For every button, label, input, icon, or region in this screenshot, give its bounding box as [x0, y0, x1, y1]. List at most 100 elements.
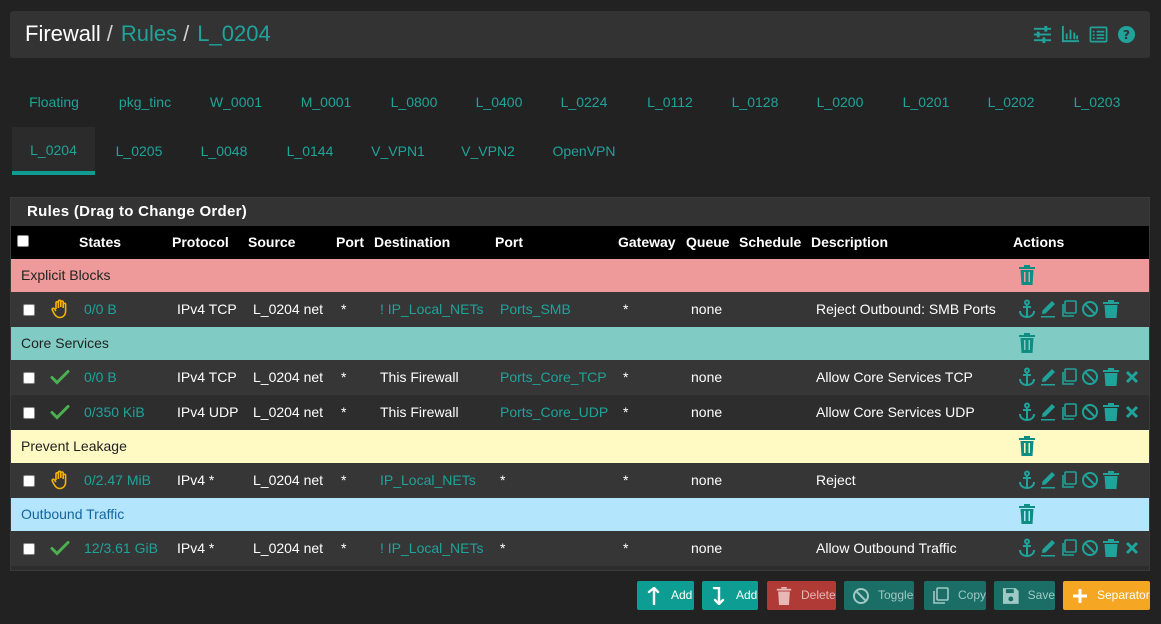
select-all-checkbox[interactable]	[17, 235, 29, 247]
destination-link[interactable]: ! IP_Local_NETs	[380, 531, 484, 565]
add-separator-button[interactable]: Separator	[1063, 581, 1150, 610]
hand-icon[interactable]	[50, 470, 70, 490]
breadcrumb-interface[interactable]: L_0204	[197, 21, 270, 46]
table-row[interactable]: 0/0 B IPv4 TCP L_0204 net * ! IP_Local_N…	[11, 292, 1149, 327]
row-checkbox[interactable]	[23, 543, 35, 555]
tab-l-0800[interactable]: L_0800	[372, 78, 456, 126]
trash-icon[interactable]	[1018, 265, 1036, 285]
tab-l-0200[interactable]: L_0200	[798, 78, 882, 126]
copy-icon[interactable]	[1060, 367, 1078, 387]
row-checkbox[interactable]	[23, 304, 35, 316]
separator-row[interactable]: Outbound Traffic	[11, 498, 1149, 531]
check-icon[interactable]	[50, 367, 70, 387]
close-icon[interactable]	[1123, 367, 1141, 387]
anchor-icon[interactable]	[1018, 402, 1036, 422]
trash-icon[interactable]	[1102, 470, 1120, 490]
tab-l-0112[interactable]: L_0112	[628, 78, 712, 126]
table-row[interactable]: 12/3.61 GiB IPv4 * L_0204 net * ! IP_Loc…	[11, 531, 1149, 566]
delete-button[interactable]: Delete	[767, 581, 836, 610]
anchor-icon[interactable]	[1018, 299, 1036, 319]
states-link[interactable]: 0/0 B	[84, 292, 117, 326]
hand-icon[interactable]	[50, 299, 70, 319]
check-icon[interactable]	[50, 538, 70, 558]
row-checkbox[interactable]	[23, 475, 35, 487]
close-icon[interactable]	[1123, 538, 1141, 558]
tab-v-vpn2[interactable]: V_VPN2	[446, 127, 530, 175]
copy-icon[interactable]	[1060, 470, 1078, 490]
table-row[interactable]: 0/350 KiB IPv4 UDP L_0204 net * This Fir…	[11, 395, 1149, 430]
separator-row[interactable]: Explicit Blocks	[11, 259, 1149, 292]
dport-link[interactable]: Ports_Core_TCP	[500, 360, 607, 394]
tab-v-vpn1[interactable]: V_VPN1	[356, 127, 440, 175]
pencil-icon[interactable]	[1039, 299, 1057, 319]
trash-icon[interactable]	[1018, 504, 1036, 524]
tab-l-0224[interactable]: L_0224	[542, 78, 626, 126]
arrow-up-icon	[647, 586, 660, 605]
tab-l-0400[interactable]: L_0400	[457, 78, 541, 126]
dport-link[interactable]: Ports_SMB	[500, 292, 571, 326]
save-button[interactable]: Save	[994, 581, 1055, 610]
tab-l-0201[interactable]: L_0201	[884, 78, 968, 126]
ban-icon[interactable]	[1081, 538, 1099, 558]
trash-icon[interactable]	[1018, 333, 1036, 353]
list-icon[interactable]	[1089, 25, 1108, 44]
pencil-icon[interactable]	[1039, 470, 1057, 490]
tab-openvpn[interactable]: OpenVPN	[538, 127, 630, 175]
tab-l-0202[interactable]: L_0202	[969, 78, 1053, 126]
states-link[interactable]: 0/350 KiB	[84, 395, 145, 429]
toggle-button[interactable]: Toggle	[844, 581, 914, 610]
tab-l-0128[interactable]: L_0128	[713, 78, 797, 126]
pencil-icon[interactable]	[1039, 538, 1057, 558]
states-link[interactable]: 0/2.47 MiB	[84, 463, 151, 497]
destination-link[interactable]: ! IP_Local_NETs	[380, 292, 484, 326]
table-row[interactable]: 0/0 B IPv4 TCP L_0204 net * This Firewal…	[11, 360, 1149, 395]
states-link[interactable]: 0/0 B	[84, 360, 117, 394]
pencil-icon[interactable]	[1039, 367, 1057, 387]
tab-l-0144[interactable]: L_0144	[268, 127, 352, 175]
breadcrumb-rules[interactable]: Rules	[121, 21, 177, 46]
ban-icon[interactable]	[1081, 299, 1099, 319]
add-rule-top-button[interactable]: Add	[637, 581, 694, 610]
separator-row[interactable]: Core Services	[11, 327, 1149, 360]
anchor-icon[interactable]	[1018, 538, 1036, 558]
tab-l-0048[interactable]: L_0048	[183, 127, 265, 175]
trash-icon[interactable]	[1102, 367, 1120, 387]
anchor-icon[interactable]	[1018, 367, 1036, 387]
tab-l-0205[interactable]: L_0205	[98, 127, 180, 175]
add-rule-bottom-button[interactable]: Add	[702, 581, 758, 610]
copy-button[interactable]: Copy	[924, 581, 986, 610]
row-checkbox[interactable]	[23, 372, 35, 384]
trash-icon[interactable]	[1102, 538, 1120, 558]
copy-icon[interactable]	[1060, 299, 1078, 319]
ban-icon[interactable]	[1081, 367, 1099, 387]
rules-panel: Rules (Drag to Change Order) States Prot…	[10, 197, 1150, 571]
trash-icon[interactable]	[1102, 299, 1120, 319]
close-icon[interactable]	[1123, 402, 1141, 422]
pencil-icon[interactable]	[1039, 402, 1057, 422]
trash-icon[interactable]	[1102, 402, 1120, 422]
separator-label: Outbound Traffic	[21, 506, 125, 522]
bar-chart-icon[interactable]	[1061, 25, 1080, 44]
trash-icon[interactable]	[1018, 436, 1036, 456]
states-link[interactable]: 12/3.61 GiB	[84, 531, 158, 565]
ban-icon[interactable]	[1081, 470, 1099, 490]
row-checkbox[interactable]	[23, 407, 35, 419]
gateway-cell: *	[623, 369, 629, 385]
anchor-icon[interactable]	[1018, 470, 1036, 490]
destination-link[interactable]: IP_Local_NETs	[380, 463, 476, 497]
table-row[interactable]: 0/2.47 MiB IPv4 * L_0204 net * IP_Local_…	[11, 463, 1149, 498]
tab-pkg-tinc[interactable]: pkg_tinc	[102, 78, 188, 126]
ban-icon[interactable]	[1081, 402, 1099, 422]
help-icon[interactable]: ?	[1117, 25, 1136, 44]
separator-row[interactable]: Prevent Leakage	[11, 430, 1149, 463]
tab-floating[interactable]: Floating	[10, 78, 98, 126]
check-icon[interactable]	[50, 402, 70, 422]
tab-m-0001[interactable]: M_0001	[284, 78, 368, 126]
tab-w-0001[interactable]: W_0001	[194, 78, 278, 126]
copy-icon[interactable]	[1060, 538, 1078, 558]
sliders-icon[interactable]	[1033, 25, 1052, 44]
tab-l-0203[interactable]: L_0203	[1054, 78, 1140, 126]
tab-l-0204[interactable]: L_0204	[12, 127, 95, 175]
dport-link[interactable]: Ports_Core_UDP	[500, 395, 608, 429]
copy-icon[interactable]	[1060, 402, 1078, 422]
